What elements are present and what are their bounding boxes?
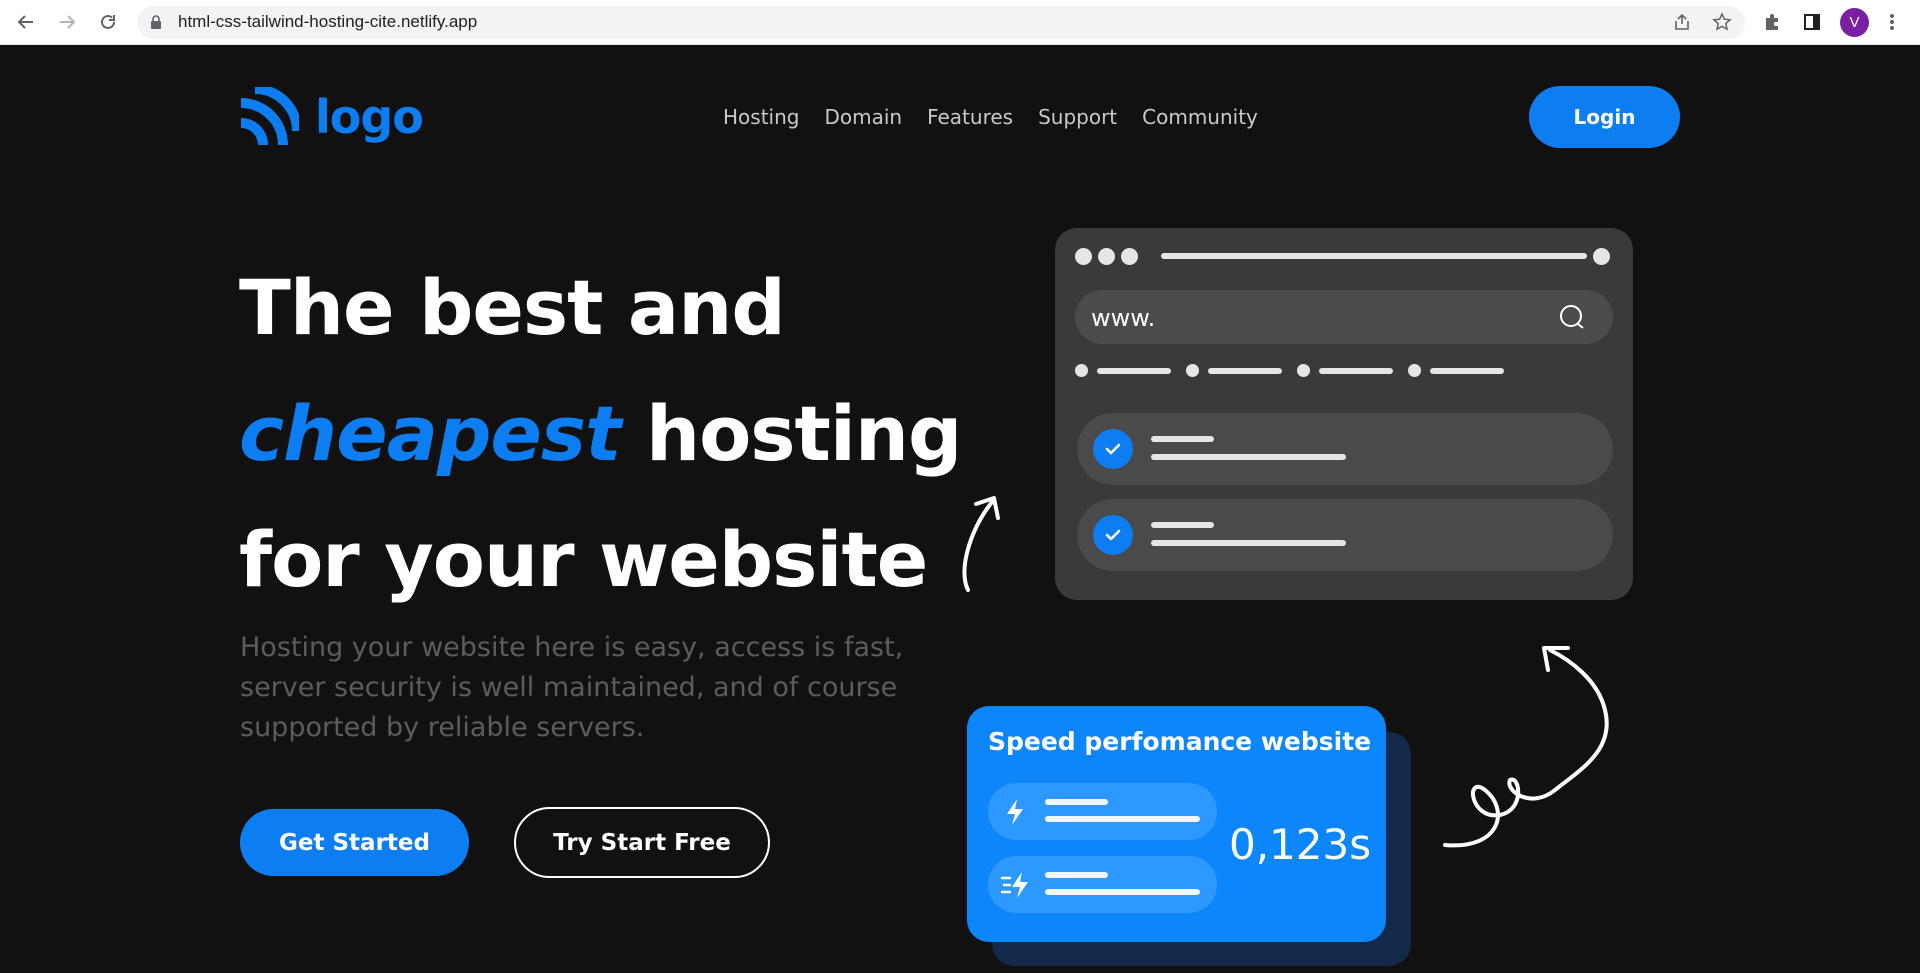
arrow-up-doodle-icon (962, 496, 1000, 592)
logo-rss-icon (240, 87, 299, 146)
hero-headline: The best and cheapest hosting for your w… (239, 245, 962, 623)
placeholder-bar (1161, 253, 1587, 259)
nav-features[interactable]: Features (927, 105, 1013, 129)
share-icon[interactable] (1670, 10, 1694, 34)
placeholder-bar (1319, 368, 1393, 374)
speed-card-title: Speed perfomance website (988, 727, 1372, 756)
placeholder-bar (1151, 436, 1214, 442)
window-dot (1075, 248, 1092, 265)
checkmark-icon (1093, 515, 1133, 555)
checkmark-icon (1093, 429, 1133, 469)
try-start-free-button[interactable]: Try Start Free (514, 807, 770, 878)
lightning-icon (1007, 799, 1023, 825)
mock-search-box: www. (1075, 290, 1613, 344)
filter-dot (1297, 364, 1310, 377)
speed-row (988, 856, 1217, 913)
nav-support[interactable]: Support (1038, 105, 1117, 129)
placeholder-bar (1430, 368, 1504, 374)
menu-kebab-icon[interactable] (1880, 10, 1904, 34)
mock-list-row (1077, 413, 1613, 485)
back-icon[interactable] (14, 10, 38, 34)
profile-avatar[interactable]: V (1840, 8, 1869, 37)
fast-lightning-icon (1000, 872, 1028, 898)
placeholder-bar (1045, 799, 1108, 805)
headline-line-1: The best and (239, 263, 786, 352)
headline-accent: cheapest (239, 389, 621, 478)
headline-line-3: for your website (239, 515, 928, 604)
mock-list-row (1077, 499, 1613, 571)
reload-icon[interactable] (96, 10, 120, 34)
bookmark-star-icon[interactable] (1710, 10, 1734, 34)
placeholder-bar (1151, 522, 1214, 528)
get-started-button[interactable]: Get Started (240, 809, 469, 876)
nav-community[interactable]: Community (1142, 105, 1258, 129)
hero-description: Hosting your website here is easy, acces… (240, 632, 904, 743)
headline-line-2: cheapest hosting (239, 371, 962, 497)
window-dot (1098, 248, 1115, 265)
url-text[interactable]: html-css-tailwind-hosting-cite.netlify.a… (178, 12, 477, 32)
forward-icon[interactable] (55, 10, 79, 34)
placeholder-bar (1151, 540, 1346, 546)
mock-search-text: www. (1091, 304, 1156, 332)
landing-page: logo Hosting Domain Features Support Com… (0, 45, 1920, 973)
placeholder-bar (1151, 454, 1346, 460)
placeholder-bar (1045, 816, 1200, 822)
main-nav: Hosting Domain Features Support Communit… (723, 105, 1258, 129)
extensions-icon[interactable] (1760, 10, 1784, 34)
speed-card: Speed perfomance website 0,123s (967, 706, 1386, 942)
filter-dot (1186, 364, 1199, 377)
speed-row (988, 783, 1217, 840)
window-dot (1121, 248, 1138, 265)
nav-hosting[interactable]: Hosting (723, 105, 799, 129)
login-button[interactable]: Login (1529, 86, 1680, 148)
nav-domain[interactable]: Domain (824, 105, 902, 129)
site-logo[interactable]: logo (239, 87, 424, 147)
speed-value: 0,123s (1229, 820, 1372, 869)
window-dot (1593, 248, 1610, 265)
placeholder-bar (1097, 368, 1171, 374)
headline-line-2-rest: hosting (620, 389, 962, 478)
search-icon (1560, 305, 1584, 329)
logo-text: logo (315, 90, 424, 144)
lock-icon (150, 15, 162, 34)
filter-dot (1075, 364, 1088, 377)
placeholder-bar (1208, 368, 1282, 374)
filter-dot (1408, 364, 1421, 377)
browser-mockup-card: www. (1055, 228, 1633, 600)
placeholder-bar (1045, 872, 1108, 878)
browser-toolbar: html-css-tailwind-hosting-cite.netlify.a… (0, 0, 1920, 45)
loop-arrow-doodle-icon (1443, 646, 1609, 848)
side-panel-icon[interactable] (1800, 10, 1824, 34)
placeholder-bar (1045, 889, 1200, 895)
